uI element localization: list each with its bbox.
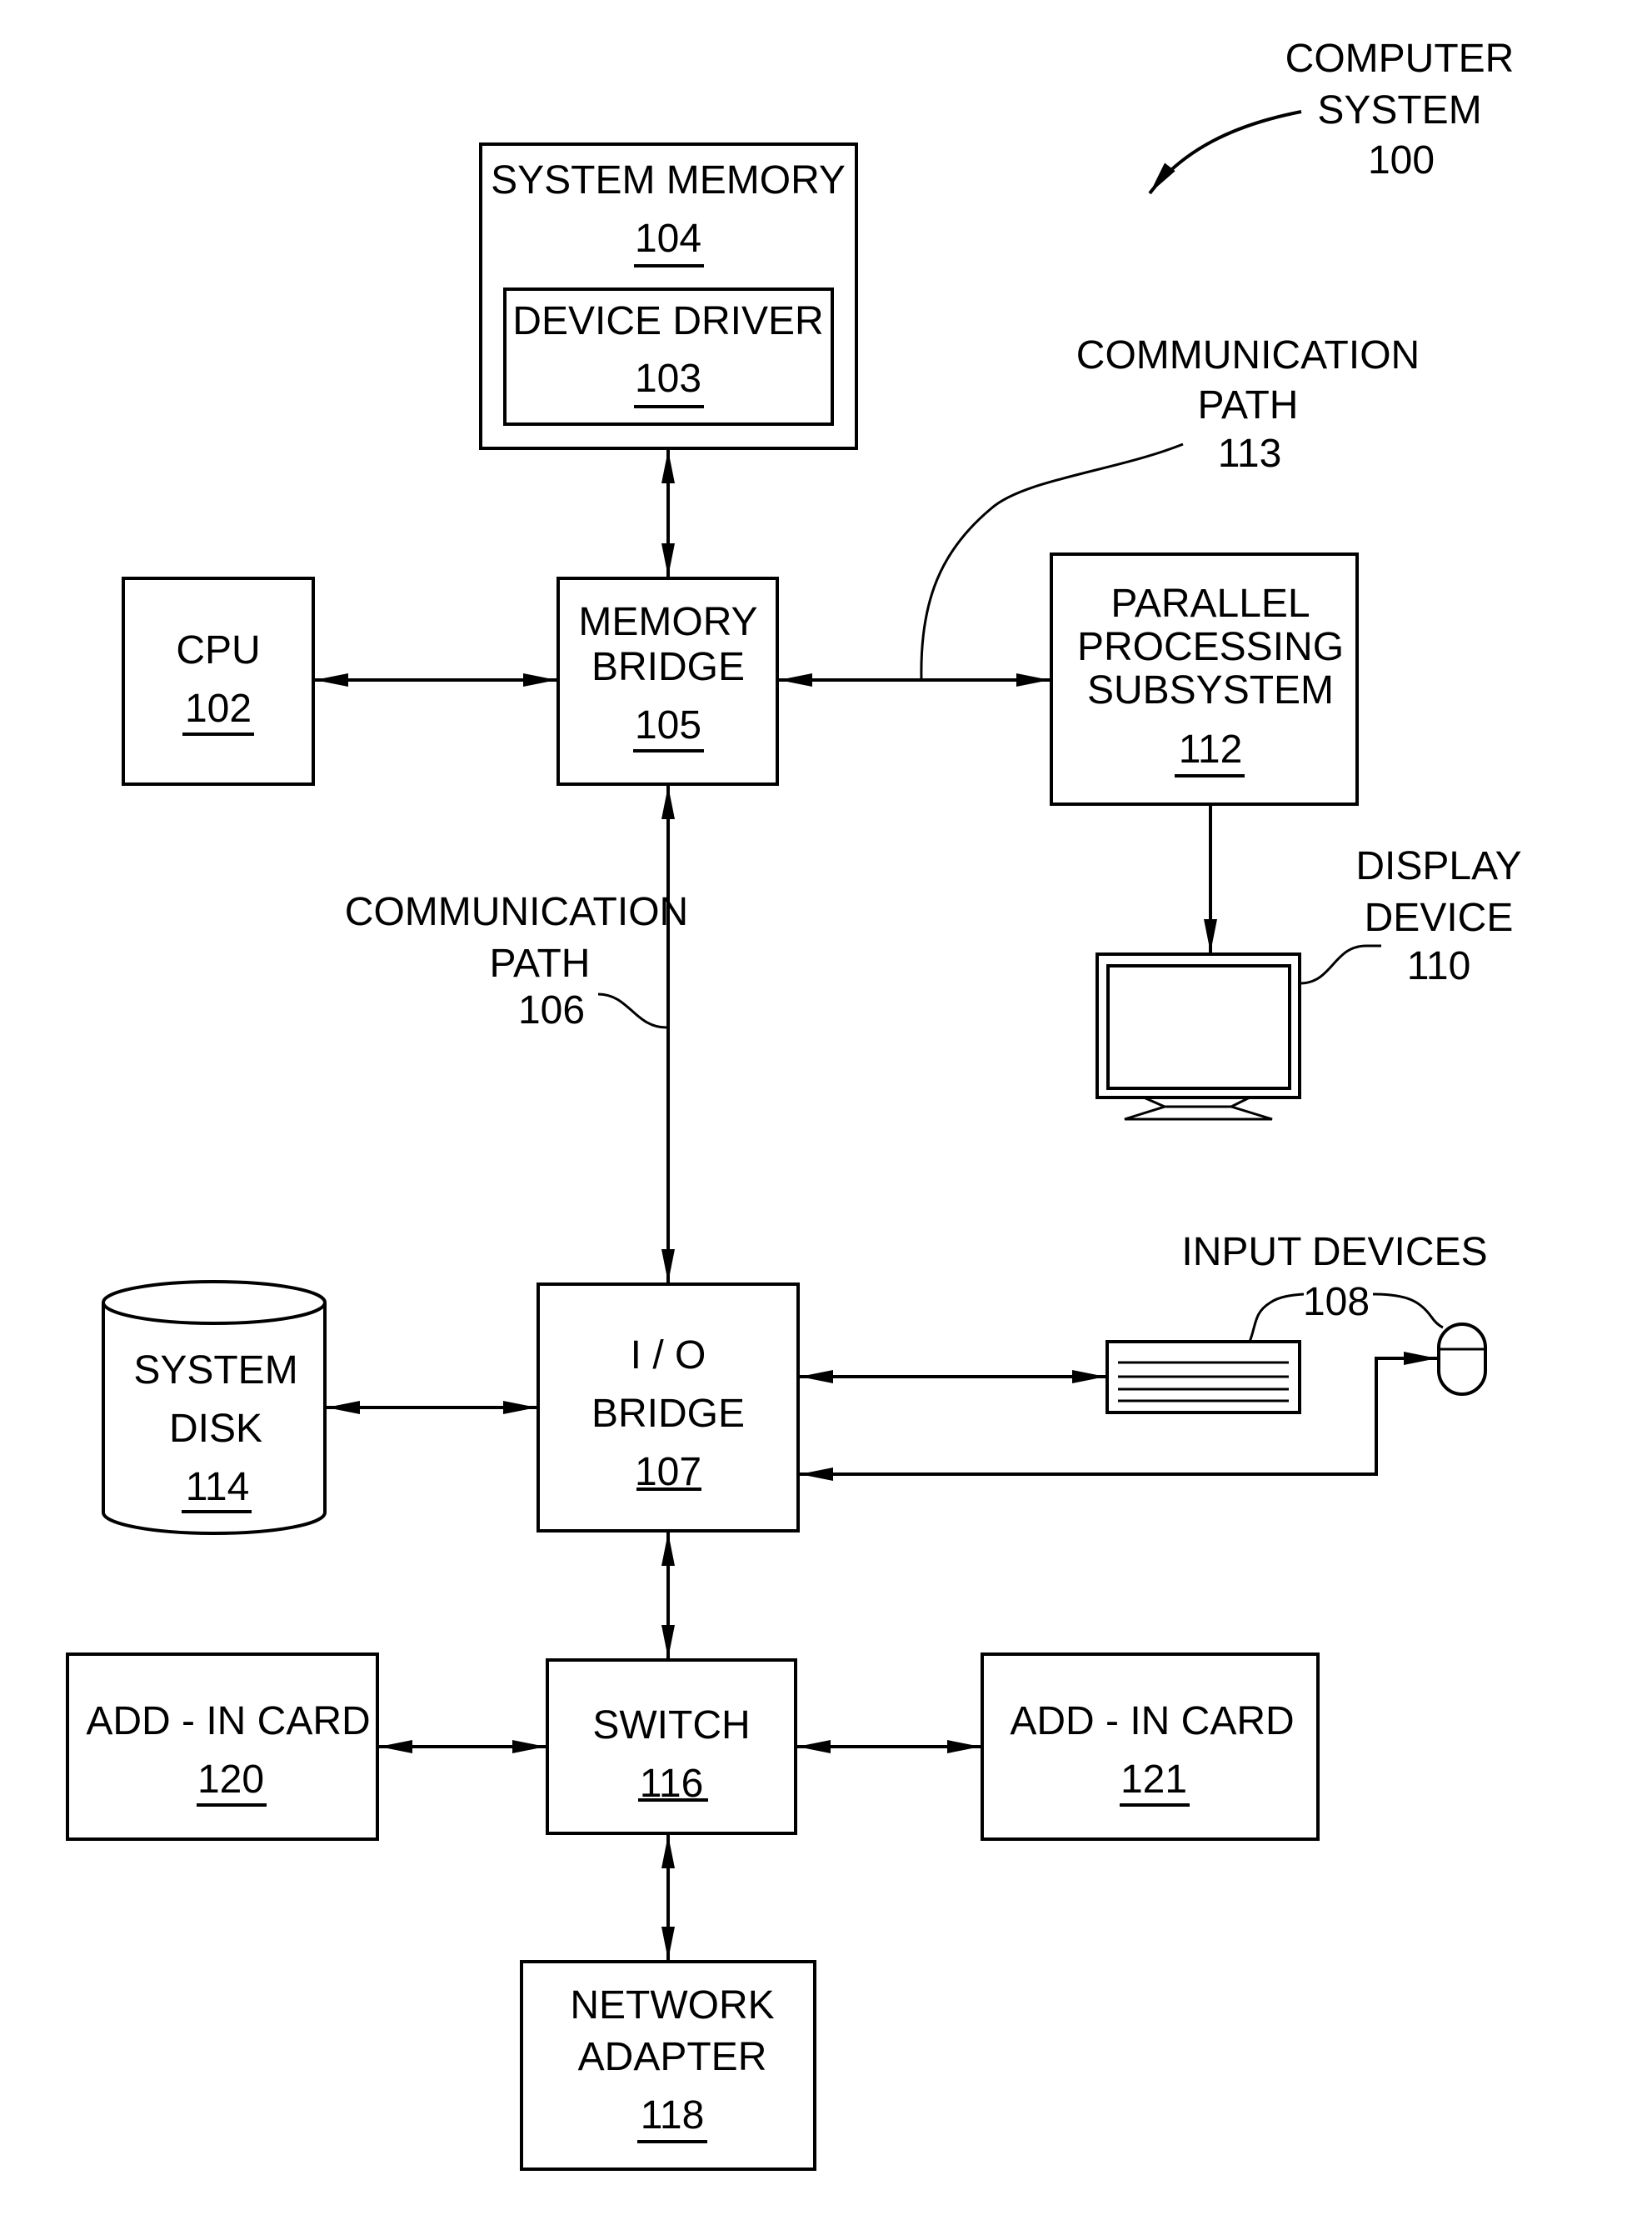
device-driver-block[interactable]: DEVICE DRIVER 103	[503, 288, 834, 426]
figure-title: COMPUTER SYSTEM 100	[1148, 37, 1515, 195]
path-106-label-line-2: PATH	[490, 942, 591, 986]
system-disk-label-line-2: DISK	[169, 1407, 262, 1451]
addin-card-121-label: ADD - IN CARD	[1010, 1699, 1294, 1743]
disk-cylinder-top	[102, 1280, 327, 1325]
device-driver-label: DEVICE DRIVER	[512, 299, 823, 343]
figure-ref-number: 100	[1368, 138, 1435, 182]
path-113-label-line-1: COMMUNICATION	[1076, 333, 1420, 378]
path-106-ref: 106	[518, 988, 585, 1032]
keyboard-leader-line	[1248, 1292, 1305, 1342]
figure-title-line-2: SYSTEM	[1317, 88, 1481, 132]
cpu-label: CPU	[176, 628, 260, 672]
display-device-block[interactable]: DISPLAY DEVICE 110	[1096, 844, 1522, 1121]
memory-bridge-label-line-2: BRIDGE	[591, 645, 745, 689]
addin-card-121-ref: 121	[1120, 1758, 1187, 1802]
network-adapter-ref: 118	[641, 2093, 705, 2138]
addin-card-121-block[interactable]: ADD - IN CARD 121	[981, 1652, 1320, 1841]
mouse-icon	[1437, 1322, 1487, 1396]
memory-bridge-label-line-1: MEMORY	[578, 600, 757, 644]
cpu-ref: 102	[185, 687, 252, 731]
addin-card-120-block[interactable]: ADD - IN CARD 120	[66, 1652, 379, 1841]
input-devices-label: INPUT DEVICES	[1181, 1230, 1487, 1274]
display-device-label-line-2: DEVICE	[1365, 896, 1514, 940]
network-adapter-label-line-2: ADAPTER	[578, 2035, 767, 2079]
cpu-box	[122, 577, 315, 786]
communication-path-106-label: COMMUNICATION PATH 106	[345, 890, 688, 1032]
system-memory-block[interactable]: SYSTEM MEMORY 104 DEVICE DRIVER 103	[479, 142, 858, 450]
path-113-ref: 113	[1218, 432, 1282, 476]
monitor-icon	[1096, 952, 1301, 1121]
parallel-processing-label-line-1: PARALLEL	[1110, 582, 1310, 626]
addin-card-120-ref: 120	[197, 1758, 264, 1802]
switch-block[interactable]: SWITCH 116	[546, 1658, 797, 1835]
parallel-processing-ref: 112	[1179, 728, 1243, 772]
switch-label: SWITCH	[592, 1703, 750, 1748]
io-bridge-label-line-1: I / O	[631, 1333, 706, 1378]
path-106-label-line-1: COMMUNICATION	[345, 890, 688, 934]
system-disk-block[interactable]: SYSTEM DISK 114	[102, 1280, 327, 1535]
addin-card-120-box	[66, 1652, 379, 1841]
system-disk-ref: 114	[186, 1465, 250, 1509]
cpu-block[interactable]: CPU 102	[122, 577, 315, 786]
io-bridge-label-line-2: BRIDGE	[591, 1392, 745, 1436]
figure-title-line-1: COMPUTER	[1285, 37, 1515, 81]
figure-pointer-arrow	[1148, 110, 1302, 195]
memory-bridge-ref: 105	[635, 703, 701, 748]
mouse-body	[1437, 1322, 1487, 1396]
addin-card-121-box	[981, 1652, 1320, 1841]
memory-bridge-block[interactable]: MEMORY BRIDGE 105	[556, 577, 779, 786]
monitor-base	[1124, 1105, 1273, 1121]
parallel-processing-label-line-2: PROCESSING	[1077, 625, 1344, 669]
keyboard-icon	[1105, 1340, 1301, 1414]
display-device-label-line-1: DISPLAY	[1355, 844, 1521, 888]
path-113-label-line-2: PATH	[1198, 383, 1299, 428]
display-device-leader-line	[1299, 944, 1381, 985]
io-bridge-block[interactable]: I / O BRIDGE 107	[537, 1282, 800, 1532]
mouse-leader-line	[1372, 1292, 1444, 1329]
device-driver-ref: 103	[635, 357, 701, 401]
system-memory-ref: 104	[635, 217, 701, 261]
display-device-ref: 110	[1407, 944, 1471, 988]
parallel-processing-label-line-3: SUBSYSTEM	[1087, 668, 1334, 712]
parallel-processing-block[interactable]: PARALLEL PROCESSING SUBSYSTEM 112	[1050, 552, 1359, 806]
input-devices-ref: 108	[1303, 1280, 1370, 1324]
addin-card-120-label: ADD - IN CARD	[86, 1699, 370, 1743]
path-106-leader-line	[597, 992, 667, 1029]
network-adapter-label-line-1: NETWORK	[570, 1983, 774, 2028]
computer-system-diagram: COMPUTER SYSTEM 100 SYSTEM MEMORY 104 DE…	[66, 37, 1522, 2171]
monitor-screen	[1106, 964, 1291, 1090]
system-disk-label-line-1: SYSTEM	[133, 1348, 297, 1392]
input-devices-block[interactable]: INPUT DEVICES 108	[1105, 1230, 1488, 1414]
network-adapter-block[interactable]: NETWORK ADAPTER 118	[520, 1960, 816, 2171]
system-memory-label: SYSTEM MEMORY	[491, 158, 846, 202]
